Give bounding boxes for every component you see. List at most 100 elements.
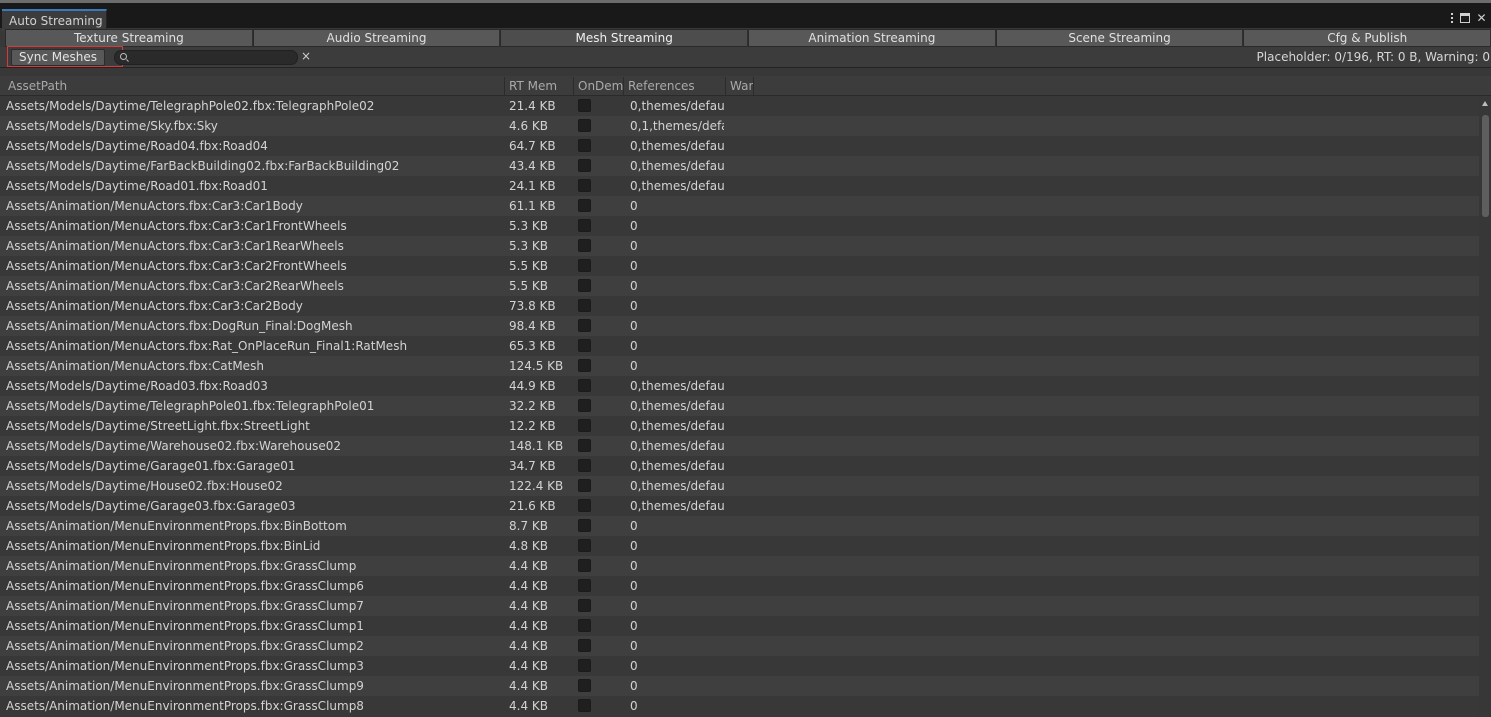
ondemand-checkbox[interactable] <box>578 699 591 712</box>
asset-path-cell: Assets/Models/Daytime/FarBackBuilding02.… <box>6 159 400 173</box>
table-row[interactable]: Assets/Models/Daytime/Road01.fbx:Road01 2… <box>0 176 1479 196</box>
ondemand-checkbox[interactable] <box>578 679 591 692</box>
tab-texture-streaming[interactable]: Texture Streaming <box>5 29 253 47</box>
rt-mem-cell: 4.4 KB <box>509 579 548 593</box>
rt-mem-cell: 32.2 KB <box>509 399 556 413</box>
table-row[interactable]: Assets/Models/Daytime/Garage01.fbx:Garag… <box>0 456 1479 476</box>
ondemand-checkbox[interactable] <box>578 599 591 612</box>
table-row[interactable]: Assets/Models/Daytime/Road04.fbx:Road04 6… <box>0 136 1479 156</box>
ondemand-checkbox[interactable] <box>578 399 591 412</box>
table-row[interactable]: Assets/Animation/MenuActors.fbx:Car3:Car… <box>0 236 1479 256</box>
ondemand-checkbox[interactable] <box>578 479 591 492</box>
references-cell: 0,themes/defaul <box>630 479 724 493</box>
table-row[interactable]: Assets/Models/Daytime/House02.fbx:House0… <box>0 476 1479 496</box>
table-row[interactable]: Assets/Animation/MenuEnvironmentProps.fb… <box>0 696 1479 716</box>
table-row[interactable]: Assets/Models/Daytime/Road03.fbx:Road03 4… <box>0 376 1479 396</box>
table-row[interactable]: Assets/Models/Daytime/Garage03.fbx:Garag… <box>0 496 1479 516</box>
ondemand-checkbox[interactable] <box>578 499 591 512</box>
table-row[interactable]: Assets/Animation/MenuActors.fbx:Car3:Car… <box>0 296 1479 316</box>
column-header-ondem[interactable]: OnDem <box>574 76 624 96</box>
ondemand-checkbox[interactable] <box>578 99 591 112</box>
table-row[interactable]: Assets/Animation/MenuEnvironmentProps.fb… <box>0 616 1479 636</box>
table-row[interactable]: Assets/Animation/MenuActors.fbx:Car3:Car… <box>0 276 1479 296</box>
ondemand-checkbox[interactable] <box>578 439 591 452</box>
table-row[interactable]: Assets/Models/Daytime/Sky.fbx:Sky 4.6 KB 0… <box>0 116 1479 136</box>
column-header-rt-mem[interactable]: RT Mem <box>505 76 574 96</box>
tab-scene-streaming[interactable]: Scene Streaming <box>995 29 1244 47</box>
table-row[interactable]: Assets/Models/Daytime/FarBackBuilding02.… <box>0 156 1479 176</box>
asset-path-cell: Assets/Models/Daytime/Road01.fbx:Road01 <box>6 179 268 193</box>
rt-mem-cell: 5.3 KB <box>509 239 548 253</box>
table-row[interactable]: Assets/Animation/MenuEnvironmentProps.fb… <box>0 536 1479 556</box>
references-cell: 0 <box>630 539 638 553</box>
ondemand-checkbox[interactable] <box>578 159 591 172</box>
column-header-references[interactable]: References <box>624 76 726 96</box>
ondemand-checkbox[interactable] <box>578 339 591 352</box>
table-row[interactable]: Assets/Animation/MenuActors.fbx:Car3:Car… <box>0 196 1479 216</box>
table-row[interactable]: Assets/Models/Daytime/TelegraphPole01.fb… <box>0 396 1479 416</box>
table-row[interactable]: Assets/Models/Daytime/StreetLight.fbx:St… <box>0 416 1479 436</box>
column-header-assetpath[interactable]: AssetPath <box>4 76 505 96</box>
table-row[interactable]: Assets/Animation/MenuEnvironmentProps.fb… <box>0 516 1479 536</box>
references-cell: 0,1,themes/defa <box>630 119 724 133</box>
ondemand-checkbox[interactable] <box>578 659 591 672</box>
maximize-icon[interactable] <box>1460 13 1470 23</box>
rt-mem-cell: 122.4 KB <box>509 479 564 493</box>
table-row[interactable]: Assets/Animation/MenuEnvironmentProps.fb… <box>0 556 1479 576</box>
ondemand-checkbox[interactable] <box>578 179 591 192</box>
clear-search-icon[interactable]: × <box>301 49 311 63</box>
column-header-warning[interactable]: War <box>726 76 754 96</box>
search-field[interactable] <box>114 50 298 65</box>
table-row[interactable]: Assets/Animation/MenuActors.fbx:DogRun_F… <box>0 316 1479 336</box>
sync-meshes-button[interactable]: Sync Meshes <box>11 49 105 66</box>
tab-mesh-streaming[interactable]: Mesh Streaming <box>500 29 749 47</box>
references-cell: 0 <box>630 639 638 653</box>
scrollbar-thumb[interactable] <box>1482 115 1489 217</box>
table-row[interactable]: Assets/Models/Daytime/TelegraphPole02.fb… <box>0 96 1479 116</box>
ondemand-checkbox[interactable] <box>578 199 591 212</box>
ondemand-checkbox[interactable] <box>578 139 591 152</box>
ondemand-checkbox[interactable] <box>578 379 591 392</box>
ondemand-checkbox[interactable] <box>578 419 591 432</box>
references-cell: 0,themes/defaul <box>630 99 724 113</box>
table-row[interactable]: Assets/Models/Daytime/Warehouse02.fbx:Wa… <box>0 436 1479 456</box>
ondemand-checkbox[interactable] <box>578 539 591 552</box>
table-row[interactable]: Assets/Animation/MenuActors.fbx:Car3:Car… <box>0 256 1479 276</box>
scroll-up-icon[interactable] <box>1482 101 1488 106</box>
table-row[interactable]: Assets/Animation/MenuEnvironmentProps.fb… <box>0 676 1479 696</box>
ondemand-checkbox[interactable] <box>578 319 591 332</box>
ondemand-checkbox[interactable] <box>578 359 591 372</box>
ondemand-checkbox[interactable] <box>578 619 591 632</box>
tab-animation-streaming[interactable]: Animation Streaming <box>748 29 996 47</box>
asset-path-cell: Assets/Models/Daytime/Warehouse02.fbx:Wa… <box>6 439 341 453</box>
rt-mem-cell: 4.4 KB <box>509 699 548 713</box>
vertical-scrollbar[interactable] <box>1479 97 1491 717</box>
ondemand-checkbox[interactable] <box>578 579 591 592</box>
references-cell: 0 <box>630 199 638 213</box>
ondemand-checkbox[interactable] <box>578 459 591 472</box>
ondemand-checkbox[interactable] <box>578 239 591 252</box>
ondemand-checkbox[interactable] <box>578 259 591 272</box>
search-input[interactable] <box>131 51 291 64</box>
table-row[interactable]: Assets/Animation/MenuActors.fbx:CatMesh 1… <box>0 356 1479 376</box>
ondemand-checkbox[interactable] <box>578 299 591 312</box>
tab-cfg-publish[interactable]: Cfg & Publish <box>1243 29 1491 47</box>
kebab-menu-icon[interactable] <box>1451 12 1454 24</box>
table-row[interactable]: Assets/Animation/MenuActors.fbx:Car3:Car… <box>0 216 1479 236</box>
ondemand-checkbox[interactable] <box>578 279 591 292</box>
window-title-bar: Auto Streaming ✕ <box>0 0 1491 31</box>
close-icon[interactable]: ✕ <box>1476 12 1487 24</box>
ondemand-checkbox[interactable] <box>578 219 591 232</box>
table-row[interactable]: Assets/Animation/MenuEnvironmentProps.fb… <box>0 636 1479 656</box>
window-tab[interactable]: Auto Streaming <box>2 9 107 31</box>
table-row[interactable]: Assets/Animation/MenuEnvironmentProps.fb… <box>0 656 1479 676</box>
tab-audio-streaming[interactable]: Audio Streaming <box>252 29 501 47</box>
table-row[interactable]: Assets/Animation/MenuEnvironmentProps.fb… <box>0 596 1479 616</box>
ondemand-checkbox[interactable] <box>578 119 591 132</box>
ondemand-checkbox[interactable] <box>578 519 591 532</box>
ondemand-checkbox[interactable] <box>578 639 591 652</box>
table-row[interactable]: Assets/Animation/MenuEnvironmentProps.fb… <box>0 576 1479 596</box>
ondemand-checkbox[interactable] <box>578 559 591 572</box>
table-row[interactable]: Assets/Animation/MenuActors.fbx:Rat_OnPl… <box>0 336 1479 356</box>
rt-mem-cell: 43.4 KB <box>509 159 556 173</box>
